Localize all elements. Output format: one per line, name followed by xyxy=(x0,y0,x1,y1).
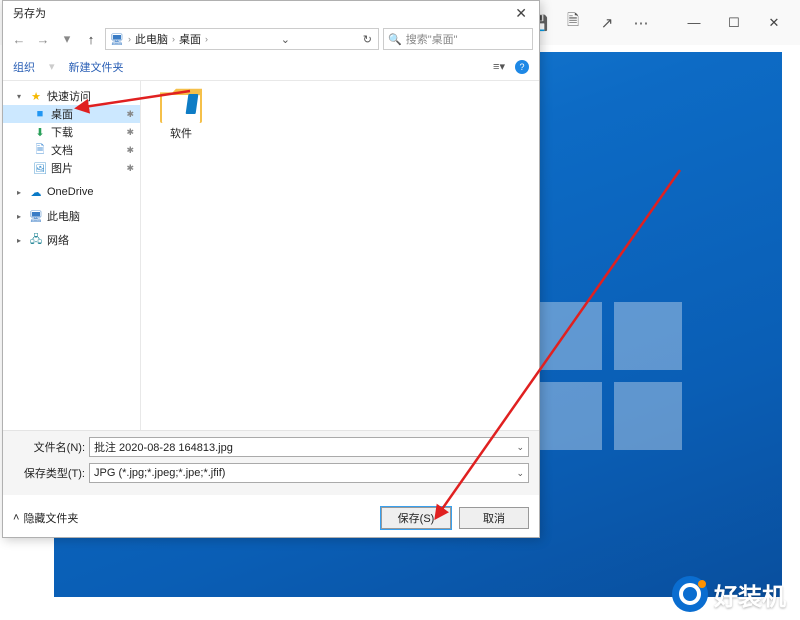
sidebar: ▾ ★ 快速访问 ■ 桌面 ✱ ⬇ 下载 ✱ 🗎 文档 ✱ xyxy=(3,81,141,430)
cancel-button[interactable]: 取消 xyxy=(459,507,529,529)
dialog-body: ▾ ★ 快速访问 ■ 桌面 ✱ ⬇ 下载 ✱ 🗎 文档 ✱ xyxy=(3,81,539,430)
search-input[interactable]: 🔍 搜索"桌面" xyxy=(383,28,533,50)
sidebar-item-label: 图片 xyxy=(51,160,73,176)
sidebar-thispc[interactable]: ▸ 🖥 此电脑 xyxy=(3,207,140,225)
forward-icon[interactable]: → xyxy=(33,29,53,49)
save-as-dialog: 另存为 ✕ ← → ▾ ↑ 🖥 › 此电脑 › 桌面 › ⌄ ↻ 🔍 搜索"桌面… xyxy=(2,0,540,538)
up-icon[interactable]: ↑ xyxy=(81,29,101,49)
dialog-footer: 文件名(N): 批注 2020-08-28 164813.jpg ⌄ 保存类型(… xyxy=(3,430,539,495)
filename-value: 批注 2020-08-28 164813.jpg xyxy=(94,439,233,455)
filetype-select[interactable]: JPG (*.jpg;*.jpeg;*.jpe;*.jfif) ⌄ xyxy=(89,463,529,483)
filename-label: 文件名(N): xyxy=(13,439,85,455)
sidebar-item-label: 下载 xyxy=(51,124,73,140)
share-icon[interactable]: ↗ xyxy=(592,9,622,37)
chevron-right-icon: ▸ xyxy=(17,188,25,197)
network-icon: 🖧 xyxy=(29,234,43,246)
back-icon[interactable]: ← xyxy=(9,29,29,49)
watermark: 好装机 xyxy=(672,576,786,612)
pin-icon: ✱ xyxy=(126,145,134,156)
minimize-icon[interactable]: — xyxy=(676,9,712,37)
item-label: 软件 xyxy=(170,125,192,141)
sidebar-item-label: 文档 xyxy=(51,142,73,158)
list-item[interactable]: 软件 xyxy=(151,87,211,141)
dropdown-icon[interactable]: ⌄ xyxy=(516,468,524,479)
onedrive-icon: ☁ xyxy=(29,186,43,198)
sidebar-item-pictures[interactable]: 🖼 图片 ✱ xyxy=(3,159,140,177)
sidebar-item-label: 快速访问 xyxy=(47,88,91,104)
download-icon: ⬇ xyxy=(33,126,47,138)
sidebar-item-desktop[interactable]: ■ 桌面 ✱ xyxy=(3,105,140,123)
search-icon: 🔍 xyxy=(388,33,402,46)
help-icon[interactable]: ? xyxy=(515,60,529,74)
chevron-up-icon: ˄ xyxy=(13,512,19,524)
doc-icon: 🗎 xyxy=(33,144,47,156)
more-icon[interactable]: ⋯ xyxy=(626,9,656,37)
file-list[interactable]: 软件 xyxy=(141,81,539,430)
dialog-title: 另存为 xyxy=(13,5,46,21)
sidebar-item-label: OneDrive xyxy=(47,186,93,198)
pin-icon: ✱ xyxy=(126,109,134,120)
chevron-down-icon: ▾ xyxy=(17,92,25,101)
chevron-right-icon: ▸ xyxy=(17,236,25,245)
folder-icon xyxy=(160,87,202,123)
search-placeholder: 搜索"桌面" xyxy=(406,31,458,47)
hide-folders-label: 隐藏文件夹 xyxy=(23,510,78,526)
chevron-right-icon: › xyxy=(128,34,131,44)
crumb-root[interactable]: 此电脑 xyxy=(135,31,168,47)
maximize-icon[interactable]: ☐ xyxy=(716,9,752,37)
view-icon[interactable]: ≡▾ xyxy=(493,60,505,73)
sidebar-item-label: 此电脑 xyxy=(47,208,80,224)
watermark-logo xyxy=(672,576,708,612)
sidebar-quick-access[interactable]: ▾ ★ 快速访问 xyxy=(3,87,140,105)
close-icon[interactable]: ✕ xyxy=(509,3,533,24)
crumb-leaf[interactable]: 桌面 xyxy=(179,31,201,47)
pc-icon: 🖥 xyxy=(110,33,124,45)
refresh-icon[interactable]: ↻ xyxy=(363,33,374,46)
hide-folders-toggle[interactable]: ˄ 隐藏文件夹 xyxy=(13,510,78,526)
rotate-icon[interactable]: 🗎 xyxy=(558,9,588,37)
dropdown-icon[interactable]: ⌄ xyxy=(281,33,292,46)
dropdown-icon[interactable]: ⌄ xyxy=(516,442,524,453)
filetype-label: 保存类型(T): xyxy=(13,465,85,481)
dialog-actions: ˄ 隐藏文件夹 保存(S) 取消 xyxy=(3,495,539,537)
sidebar-item-label: 桌面 xyxy=(51,106,73,122)
sidebar-item-downloads[interactable]: ⬇ 下载 ✱ xyxy=(3,123,140,141)
pic-icon: 🖼 xyxy=(33,162,47,174)
sidebar-item-documents[interactable]: 🗎 文档 ✱ xyxy=(3,141,140,159)
sidebar-network[interactable]: ▸ 🖧 网络 xyxy=(3,231,140,249)
filename-input[interactable]: 批注 2020-08-28 164813.jpg ⌄ xyxy=(89,437,529,457)
filetype-value: JPG (*.jpg;*.jpeg;*.jpe;*.jfif) xyxy=(94,467,225,479)
pin-icon: ✱ xyxy=(126,163,134,174)
chevron-right-icon: › xyxy=(205,34,208,44)
recent-icon[interactable]: ▾ xyxy=(57,29,77,49)
folder-icon: ■ xyxy=(33,108,47,120)
watermark-text: 好装机 xyxy=(714,577,786,612)
sidebar-onedrive[interactable]: ▸ ☁ OneDrive xyxy=(3,183,140,201)
nav-row: ← → ▾ ↑ 🖥 › 此电脑 › 桌面 › ⌄ ↻ 🔍 搜索"桌面" xyxy=(3,25,539,53)
close-icon[interactable]: ✕ xyxy=(756,9,792,37)
dialog-titlebar: 另存为 ✕ xyxy=(3,1,539,25)
star-icon: ★ xyxy=(29,90,43,102)
breadcrumb[interactable]: 🖥 › 此电脑 › 桌面 › ⌄ ↻ xyxy=(105,28,379,50)
new-folder-button[interactable]: 新建文件夹 xyxy=(69,59,124,75)
chevron-right-icon: › xyxy=(172,34,175,44)
windows-logo xyxy=(534,302,682,450)
pin-icon: ✱ xyxy=(126,127,134,138)
save-button[interactable]: 保存(S) xyxy=(381,507,451,529)
chevron-right-icon: ▸ xyxy=(17,212,25,221)
pc-icon: 🖥 xyxy=(29,210,43,222)
sidebar-item-label: 网络 xyxy=(47,232,69,248)
dialog-toolbar: 组织 ▾ 新建文件夹 ≡▾ ? xyxy=(3,53,539,81)
organize-button[interactable]: 组织 xyxy=(13,59,35,75)
